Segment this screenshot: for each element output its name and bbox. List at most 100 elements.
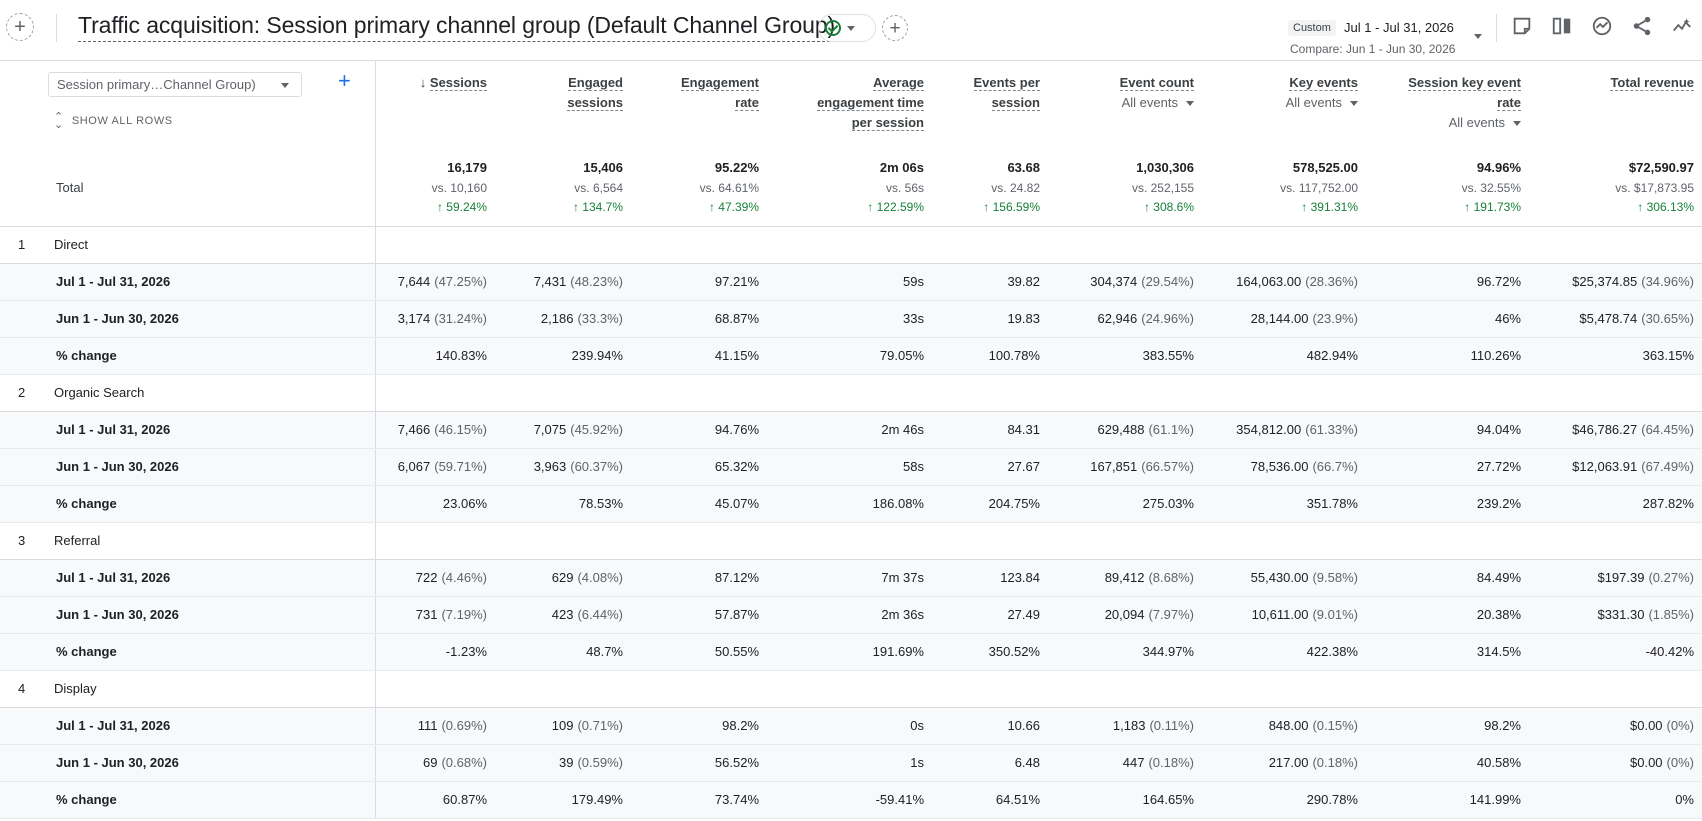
total-cell: 15,406 vs. 6,564 ↑ 134.7%	[495, 150, 631, 227]
total-compare-value: vs. 10,160	[431, 181, 487, 195]
report-header: + Traffic acquisition: Session primary c…	[0, 0, 1702, 61]
event-filter-dropdown[interactable]: All events	[1210, 95, 1358, 110]
show-all-rows-button[interactable]: ⌃ ⌄ SHOW ALL ROWS	[54, 112, 173, 131]
metric-cell: 78.53%	[495, 485, 631, 523]
table-row: Jun 1 - Jun 30, 2026 69 (0.68%) 39 (0.59%) 56…	[0, 744, 1702, 782]
metric-value: 96.72%	[1476, 274, 1521, 289]
share-button[interactable]	[1630, 14, 1654, 38]
column-header[interactable]: Engagement rate	[631, 61, 767, 150]
column-header[interactable]: Event count All events	[1048, 61, 1202, 150]
group-row[interactable]: 2 Organic Search	[0, 374, 1702, 412]
metric-value: 140.83%	[435, 348, 487, 363]
metric-cell: $197.39 (0.27%)	[1529, 559, 1702, 597]
column-header[interactable]: Total revenue	[1529, 61, 1702, 150]
metric-cell: 350.52%	[932, 633, 1048, 671]
metric-share: (0.27%)	[1648, 570, 1694, 585]
add-dimension-button[interactable]: +	[338, 70, 351, 92]
metric-value: 68.87%	[714, 311, 759, 326]
group-label-cell: 3 Referral	[0, 522, 376, 560]
group-row[interactable]: 3 Referral	[0, 522, 1702, 560]
metric-cell: 140.83%	[375, 337, 495, 375]
metric-cell: 290.78%	[1202, 781, 1366, 819]
column-header-label: Session key event rate	[1408, 73, 1521, 113]
metric-cell: 7m 37s	[767, 559, 932, 597]
arrow-up-icon: ↑	[1301, 200, 1311, 214]
total-value: 63.68	[1007, 160, 1040, 175]
row-label: % change	[0, 485, 376, 523]
sort-descending-icon: ↓	[419, 75, 430, 90]
metric-cell: 56.52%	[631, 744, 767, 782]
group-label-cell: 1 Direct	[0, 226, 376, 264]
metric-cell: 123.84	[932, 559, 1048, 597]
column-header-label: Key events	[1289, 73, 1358, 93]
metric-value: 46%	[1494, 311, 1521, 326]
metric-value: 27.72%	[1476, 459, 1521, 474]
metric-value: 45.07%	[714, 496, 759, 511]
insights-button[interactable]	[1590, 14, 1614, 38]
add-comparison-button[interactable]: +	[6, 13, 34, 41]
metric-cell: 217.00 (0.18%)	[1202, 744, 1366, 782]
group-row-filler	[375, 522, 1702, 560]
metric-value: 3,174	[397, 311, 431, 326]
compare-button[interactable]	[1550, 14, 1574, 38]
column-header-text: Sessions	[429, 75, 487, 91]
column-header[interactable]: Average engagement time per session	[767, 61, 932, 150]
metric-value: 84.31	[1007, 422, 1040, 437]
trend-button[interactable]	[1670, 14, 1694, 38]
column-header[interactable]: Key events All events	[1202, 61, 1366, 150]
channel-name: Organic Search	[54, 385, 145, 400]
table-row: Jul 1 - Jul 31, 2026 7,466 (46.15%) 7,075 (4…	[0, 411, 1702, 449]
metric-share: (61.33%)	[1305, 422, 1358, 437]
total-label-cell: Total	[0, 150, 376, 227]
column-header[interactable]: ↓ Sessions	[375, 61, 495, 150]
column-header[interactable]: Events per session	[932, 61, 1048, 150]
metric-value: 20,094	[1104, 607, 1145, 622]
metric-value: 141.99%	[1469, 792, 1521, 807]
report-status-dropdown[interactable]	[818, 14, 876, 42]
column-header-text: per session	[851, 115, 924, 131]
metric-cell: 73.74%	[631, 781, 767, 819]
column-header-line: Average	[817, 73, 924, 93]
metric-share: (0%)	[1666, 755, 1694, 770]
event-filter-dropdown[interactable]: All events	[1374, 115, 1521, 130]
metric-cell: 65.32%	[631, 448, 767, 486]
metric-share: (47.25%)	[434, 274, 487, 289]
metric-value: 164,063.00	[1236, 274, 1302, 289]
metric-value: 354,812.00	[1236, 422, 1302, 437]
group-row[interactable]: 1 Direct	[0, 226, 1702, 264]
metric-share: (7.97%)	[1148, 607, 1194, 622]
metric-value: 109	[551, 718, 574, 733]
metric-share: (0.59%)	[577, 755, 623, 770]
metric-cell: 94.04%	[1366, 411, 1529, 449]
total-change-value: 156.59%	[992, 200, 1040, 214]
metric-cell: 3,174 (31.24%)	[375, 300, 495, 338]
metric-value: 7,075	[533, 422, 567, 437]
metric-value: 78,536.00	[1250, 459, 1309, 474]
metric-cell: 98.2%	[1366, 707, 1529, 745]
event-filter-dropdown[interactable]: All events	[1056, 95, 1194, 110]
column-header-text: Events per	[973, 75, 1040, 91]
annotation-button[interactable]	[1510, 14, 1534, 38]
metric-cell: 78,536.00 (66.7%)	[1202, 448, 1366, 486]
total-cell: 95.22% vs. 64.61% ↑ 47.39%	[631, 150, 767, 227]
metric-cell: 304,374 (29.54%)	[1048, 263, 1202, 301]
metric-share: (46.15%)	[434, 422, 487, 437]
add-report-button[interactable]: +	[882, 15, 908, 41]
dimension-select[interactable]: Session primary…Channel Group)	[48, 72, 302, 97]
header-divider	[56, 14, 57, 42]
metric-share: (24.96%)	[1141, 311, 1194, 326]
metric-value: 629	[551, 570, 574, 585]
column-header[interactable]: Session key event rate All events	[1366, 61, 1529, 150]
table-row: Jun 1 - Jun 30, 2026 6,067 (59.71%) 3,963 (6…	[0, 448, 1702, 486]
metric-cell: 27.67	[932, 448, 1048, 486]
column-header[interactable]: Engaged sessions	[495, 61, 631, 150]
metric-cell: 191.69%	[767, 633, 932, 671]
metric-cell: 344.97%	[1048, 633, 1202, 671]
total-cell: 16,179 vs. 10,160 ↑ 59.24%	[375, 150, 495, 227]
report-title[interactable]: Traffic acquisition: Session primary cha…	[78, 12, 835, 42]
metric-cell: 23.06%	[375, 485, 495, 523]
row-label: % change	[0, 633, 376, 671]
metric-cell: 57.87%	[631, 596, 767, 634]
group-row[interactable]: 4 Display	[0, 670, 1702, 708]
metric-value: 2m 36s	[881, 607, 924, 622]
